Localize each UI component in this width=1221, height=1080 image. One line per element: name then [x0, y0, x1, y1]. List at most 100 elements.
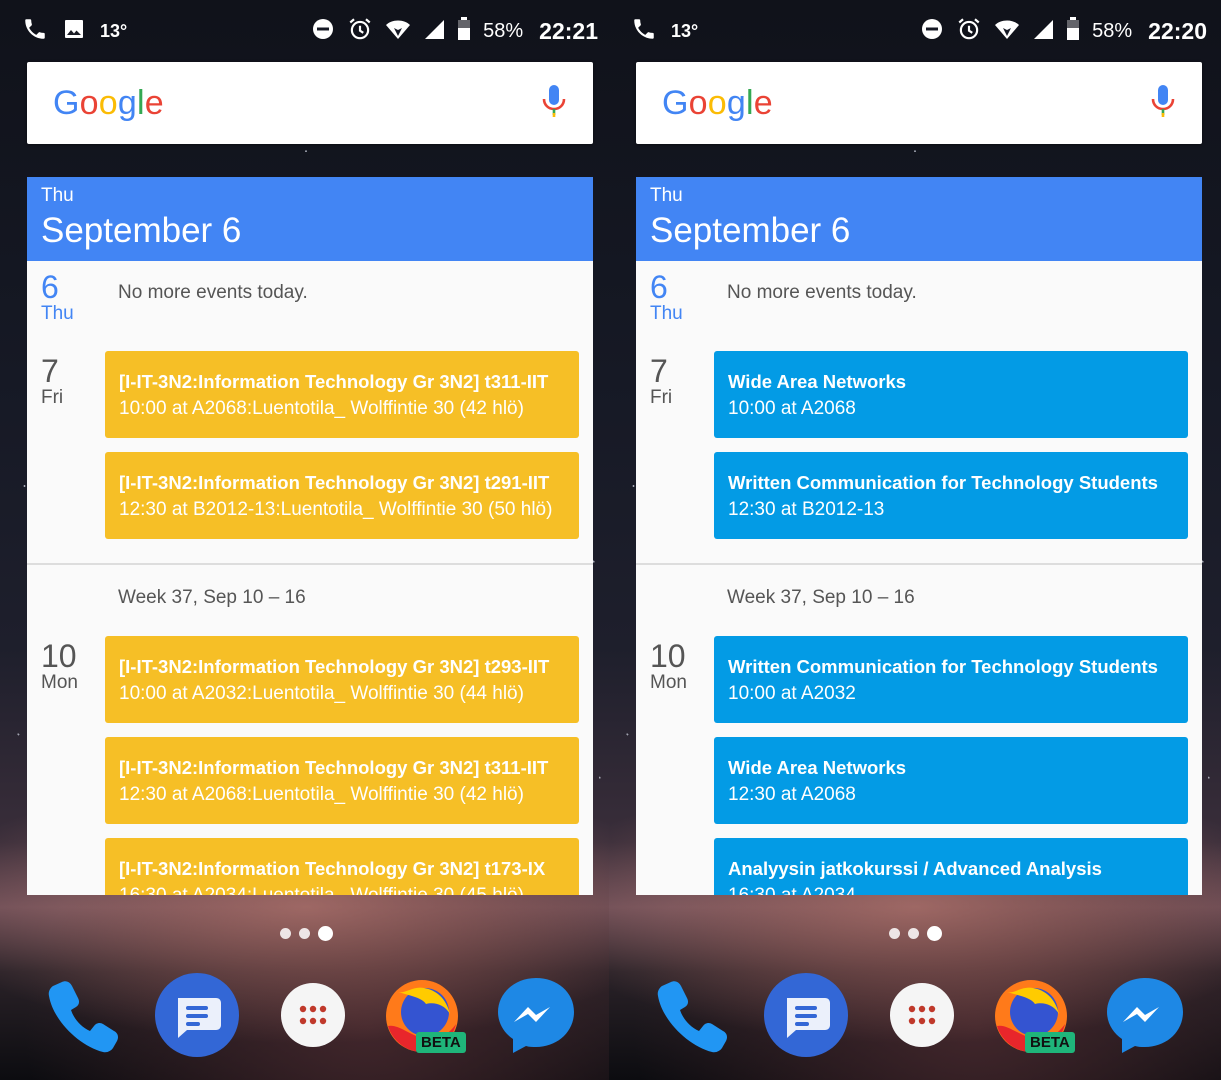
day-label-friday: 7 Fri — [41, 355, 63, 409]
battery-percent: 58% — [483, 19, 524, 42]
page-dot — [888, 928, 900, 939]
event-title: [I-IT-3N2:Information Technology Gr 3N2]… — [119, 472, 550, 493]
firefox-beta-icon[interactable]: BETA — [378, 972, 470, 1058]
event-card[interactable]: Wide Area Networks 10:00 at A2068 — [714, 351, 1188, 438]
signal-icon — [423, 18, 445, 45]
messages-app-icon[interactable] — [763, 972, 849, 1058]
day-of-week: Fri — [41, 387, 64, 408]
messages-app-icon[interactable] — [154, 972, 240, 1058]
day-number: 10 — [650, 638, 686, 674]
phone-screen-left: 13° 58% 22:21 Google Thu September 6 6 T… — [0, 0, 612, 1080]
event-title: Written Communication for Technology Stu… — [728, 656, 1158, 677]
header-date: September 6 — [41, 211, 242, 250]
phone-app-icon[interactable] — [40, 972, 126, 1058]
image-icon — [62, 17, 86, 46]
mic-icon[interactable] — [1150, 83, 1176, 124]
week-divider — [27, 563, 593, 565]
day-number: 10 — [41, 638, 77, 674]
calendar-header[interactable]: Thu September 6 — [27, 177, 593, 261]
week-label: Week 37, Sep 10 – 16 — [118, 587, 306, 608]
page-dot — [907, 928, 919, 939]
event-details: 10:00 at A2032 — [728, 683, 856, 704]
event-title: Analyysin jatkokurssi / Advanced Analysi… — [728, 858, 1102, 879]
app-drawer-icon[interactable] — [879, 972, 965, 1058]
event-title: Wide Area Networks — [728, 757, 907, 778]
event-details: 10:00 at A2032:Luentotila_ Wolffintie 30… — [119, 683, 524, 704]
day-label-today: 6 Thu — [650, 271, 683, 325]
event-title: [I-IT-3N2:Information Technology Gr 3N2]… — [119, 656, 550, 677]
page-dot — [298, 928, 310, 939]
app-dock: BETA — [609, 970, 1221, 1065]
page-indicator[interactable] — [0, 926, 612, 941]
day-number: 7 — [41, 353, 59, 389]
mic-icon[interactable] — [541, 83, 567, 124]
signal-icon — [1032, 18, 1054, 45]
event-card[interactable]: [I-IT-3N2:Information Technology Gr 3N2]… — [105, 351, 579, 438]
header-date: September 6 — [650, 211, 851, 250]
battery-icon — [457, 16, 471, 46]
app-dock: BETA — [0, 970, 612, 1065]
beta-badge: BETA — [1025, 1032, 1075, 1053]
temperature: 13° — [671, 20, 699, 41]
page-dot-active — [317, 926, 333, 941]
event-card[interactable]: Wide Area Networks 12:30 at A2068 — [714, 737, 1188, 824]
temperature: 13° — [100, 20, 128, 41]
event-card[interactable]: [I-IT-3N2:Information Technology Gr 3N2]… — [105, 636, 579, 723]
event-details: 16:30 at A2034 — [728, 884, 1174, 895]
battery-percent: 58% — [1092, 19, 1133, 42]
event-title: Written Communication for Technology Stu… — [728, 472, 1158, 493]
event-card[interactable]: [I-IT-3N2:Information Technology Gr 3N2]… — [105, 452, 579, 539]
event-card[interactable]: Written Communication for Technology Stu… — [714, 452, 1188, 539]
google-logo: Google — [53, 83, 164, 122]
week-label: Week 37, Sep 10 – 16 — [727, 587, 915, 608]
clock: 22:20 — [1148, 17, 1207, 44]
event-card[interactable]: Analyysin jatkokurssi / Advanced Analysi… — [714, 838, 1188, 895]
event-card[interactable]: [I-IT-3N2:Information Technology Gr 3N2]… — [105, 737, 579, 824]
event-title: Wide Area Networks — [728, 371, 907, 392]
event-details: 10:00 at A2068:Luentotila_ Wolffintie 30… — [119, 398, 524, 419]
app-drawer-icon[interactable] — [270, 972, 356, 1058]
event-details: 12:30 at B2012-13 — [728, 499, 885, 520]
day-number: 7 — [650, 353, 668, 389]
header-day-of-week: Thu — [650, 185, 683, 206]
calendar-widget[interactable]: Thu September 6 6 Thu No more events tod… — [27, 177, 593, 895]
day-label-monday: 10 Mon — [41, 640, 78, 694]
event-details: 12:30 at A2068:Luentotila_ Wolffintie 30… — [119, 784, 524, 805]
wifi-icon — [994, 17, 1020, 46]
battery-icon — [1066, 16, 1080, 46]
day-of-week: Mon — [650, 672, 687, 693]
google-search-bar[interactable]: Google — [636, 62, 1202, 144]
status-bar: 13° 58% 22:21 — [0, 0, 612, 62]
beta-badge: BETA — [416, 1032, 466, 1053]
event-details: 10:00 at A2068 — [728, 398, 856, 419]
firefox-beta-icon[interactable]: BETA — [987, 972, 1079, 1058]
page-dot-active — [926, 926, 942, 941]
event-title: [I-IT-3N2:Information Technology Gr 3N2]… — [119, 371, 549, 392]
day-of-week: Thu — [41, 303, 74, 324]
phone-call-icon — [631, 16, 657, 47]
event-card[interactable]: [I-IT-3N2:Information Technology Gr 3N2]… — [105, 838, 579, 895]
day-number: 6 — [650, 269, 668, 305]
phone-app-icon[interactable] — [649, 972, 735, 1058]
no-events-text: No more events today. — [727, 282, 917, 303]
day-label-friday: 7 Fri — [650, 355, 672, 409]
messenger-app-icon[interactable] — [493, 972, 579, 1058]
calendar-header[interactable]: Thu September 6 — [636, 177, 1202, 261]
event-details: 12:30 at B2012-13:Luentotila_ Wolffintie… — [119, 499, 553, 520]
day-of-week: Thu — [650, 303, 683, 324]
status-bar: 13° 58% 22:20 — [609, 0, 1221, 62]
calendar-widget[interactable]: Thu September 6 6 Thu No more events tod… — [636, 177, 1202, 895]
day-label-monday: 10 Mon — [650, 640, 687, 694]
do-not-disturb-icon — [920, 17, 944, 46]
clock: 22:21 — [539, 17, 598, 44]
alarm-icon — [956, 16, 982, 47]
event-card[interactable]: Written Communication for Technology Stu… — [714, 636, 1188, 723]
stage: 13° 58% 22:21 Google Thu September 6 6 T… — [0, 0, 1221, 1080]
google-logo: Google — [662, 83, 773, 122]
messenger-app-icon[interactable] — [1102, 972, 1188, 1058]
page-indicator[interactable] — [609, 926, 1221, 941]
google-search-bar[interactable]: Google — [27, 62, 593, 144]
alarm-icon — [347, 16, 373, 47]
event-title: [I-IT-3N2:Information Technology Gr 3N2]… — [119, 858, 546, 879]
week-divider — [636, 563, 1202, 565]
